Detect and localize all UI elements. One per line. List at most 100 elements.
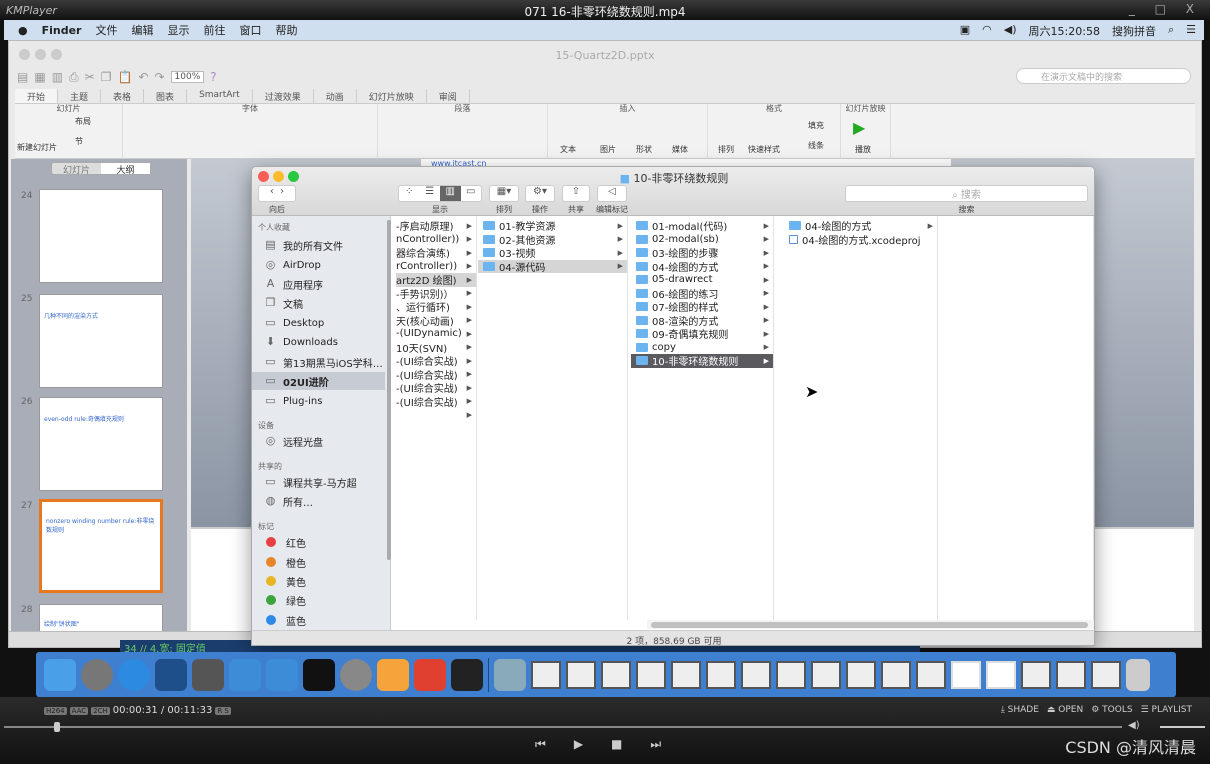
finder-item[interactable]: 04-绘图的方式.xcodeproj [784, 233, 937, 246]
slide-thumbnail[interactable]: even-odd rule:奇偶填充规则 [39, 397, 163, 491]
sketch-dock-icon[interactable] [377, 658, 409, 691]
finder-item[interactable]: nController)) ▶ [396, 233, 476, 247]
finder-item[interactable]: -序启动原理) ▶ [396, 219, 476, 233]
finder-item[interactable]: -(UIDynamic) ▶ [396, 327, 476, 341]
volume-icon[interactable]: ◀) [1004, 23, 1017, 39]
tab-charts[interactable]: 图表 [144, 89, 188, 103]
seek-bar[interactable] [4, 726, 1122, 728]
volume-slider[interactable] [1160, 726, 1205, 728]
xcode-dock-icon[interactable] [229, 658, 261, 691]
tag-red[interactable]: 红色 [252, 533, 385, 551]
previous-button[interactable]: ⏮ [535, 737, 546, 752]
minimized-window[interactable] [986, 660, 1016, 689]
tab-outline[interactable]: 大纲 [101, 163, 150, 176]
seek-handle[interactable] [54, 722, 61, 732]
tab-home[interactable]: 开始 [15, 89, 59, 103]
sidebar-item-desktop[interactable]: ▭ Desktop [252, 314, 385, 332]
finder-item[interactable]: 02-modal(sb) ▶ [631, 233, 773, 247]
tools-button[interactable]: ⚙ TOOLS [1091, 705, 1132, 715]
play-button[interactable]: ▶ [574, 737, 583, 752]
minimized-window[interactable] [951, 660, 981, 689]
menu-finder[interactable]: Finder [42, 24, 82, 37]
terminal-dock-icon[interactable] [303, 658, 335, 691]
minimized-window[interactable] [1091, 660, 1121, 689]
sidebar-item-remote-disc[interactable]: ◎ 远程光盘 [252, 432, 385, 450]
minimized-window[interactable] [811, 660, 841, 689]
finder-item[interactable]: 08-渲染的方式 ▶ [631, 314, 773, 327]
finder-item[interactable]: rController)) ▶ [396, 260, 476, 274]
minimized-window[interactable] [1021, 660, 1051, 689]
minimized-window[interactable] [531, 660, 561, 689]
sidebar-item-downloads[interactable]: ⬇ Downloads [252, 333, 385, 351]
imovie-dock-icon[interactable] [192, 658, 224, 691]
fill-button[interactable]: 填充 [808, 120, 824, 131]
tab-smartart[interactable]: SmartArt [187, 89, 253, 103]
finder-item[interactable]: 10-非零环绕数规则 ▶ [631, 354, 773, 368]
action-button[interactable]: ⚙▾ [525, 185, 555, 202]
slide-thumbnail[interactable]: 绘制"饼状图" [39, 604, 163, 634]
volume-icon[interactable]: ◀) [1128, 720, 1140, 731]
sidebar-scrollbar[interactable] [387, 220, 391, 560]
finder-item[interactable]: -(UI综合实战) ▶ [396, 395, 476, 408]
finder-item[interactable]: 05-drawrect ▶ [631, 273, 773, 287]
undo-icon[interactable]: ↶ [138, 70, 148, 84]
finder-item[interactable]: -(UI综合实战) ▶ [396, 381, 476, 395]
tab-themes[interactable]: 主题 [58, 89, 102, 103]
minimized-window[interactable] [916, 660, 946, 689]
play-icon[interactable]: ▶ [853, 118, 865, 137]
window-controls[interactable]: _ □ X [1129, 2, 1202, 16]
preview-dock-icon[interactable] [494, 658, 526, 691]
finder-item[interactable]: 04-源代码 ▶ [478, 259, 627, 273]
edit-tags-button[interactable]: ◁ [597, 185, 627, 202]
finder-item[interactable]: 10天(SVN) ▶ [396, 341, 476, 354]
finder-item[interactable]: 09-奇偶填充规则 ▶ [631, 327, 773, 341]
line-button[interactable]: 线条 [808, 140, 824, 151]
menu-view[interactable]: 显示 [167, 22, 189, 38]
menu-go[interactable]: 前往 [203, 22, 225, 38]
sidebar-item-all-files[interactable]: ▤ 我的所有文件 [252, 236, 385, 254]
print-icon[interactable]: ⎙ [69, 70, 79, 85]
minimized-window[interactable] [846, 660, 876, 689]
share-button[interactable]: ⇧ [562, 185, 590, 202]
search-input[interactable]: ⌕ 搜索 [845, 185, 1088, 202]
finder-item[interactable]: 器综合演练) ▶ [396, 246, 476, 260]
tab-transitions[interactable]: 过渡效果 [253, 89, 314, 103]
tab-animations[interactable]: 动画 [314, 89, 357, 103]
sidebar-item-course-folder[interactable]: ▭ 第13期黑马iOS学科… [252, 353, 385, 371]
slide-thumbnail[interactable]: 几种不同的渲染方式 [39, 294, 163, 388]
finder-item[interactable]: ▶ [396, 408, 476, 422]
minimized-window[interactable] [566, 660, 596, 689]
shade-button[interactable]: ⤓ SHADE [1001, 705, 1039, 715]
tag-green[interactable]: 绿色 [252, 591, 385, 609]
wifi-icon[interactable]: ◠ [982, 23, 992, 39]
apple-icon[interactable]: ● [18, 24, 28, 37]
ppt-search-input[interactable]: 在演示文稿中的搜索 [1016, 68, 1191, 84]
spotlight-icon[interactable]: ⌕ [1168, 23, 1174, 39]
ime-indicator[interactable]: 搜狗拼音 [1112, 23, 1156, 39]
playlist-button[interactable]: ☰ PLAYLIST [1141, 705, 1192, 715]
finder-item[interactable]: 天(核心动画) ▶ [396, 314, 476, 327]
finder-item[interactable]: 01-教学资源 ▶ [478, 219, 627, 233]
section-button[interactable]: 节 [75, 136, 83, 147]
minimized-window[interactable] [776, 660, 806, 689]
new-slide-button[interactable]: 新建幻灯片 [17, 142, 57, 153]
finder-item[interactable]: 07-绘图的样式 ▶ [631, 300, 773, 314]
menu-window[interactable]: 窗口 [239, 22, 261, 38]
view-switcher[interactable]: ⁘ ☰ ▥ ▭ [398, 185, 482, 202]
stop-button[interactable]: ■ [611, 737, 622, 752]
insert-media-button[interactable]: 媒体 [672, 144, 688, 155]
minimized-window[interactable] [636, 660, 666, 689]
finder-item[interactable]: 03-绘图的步骤 ▶ [631, 246, 773, 260]
open-button[interactable]: ⏏ OPEN [1047, 705, 1083, 715]
finder-item[interactable]: -(UI综合实战) ▶ [396, 354, 476, 368]
zoom-select[interactable]: 100% [170, 71, 205, 83]
system-preferences-dock-icon[interactable] [340, 658, 372, 691]
minimized-window[interactable] [671, 660, 701, 689]
sidebar-item-documents[interactable]: ❐ 文稿 [252, 294, 385, 312]
next-button[interactable]: ⏭ [650, 737, 661, 752]
play-button[interactable]: 播放 [855, 144, 871, 155]
insert-text-button[interactable]: 文本 [560, 144, 576, 155]
new-icon[interactable]: ▤ [17, 70, 28, 84]
tag-blue[interactable]: 蓝色 [252, 611, 385, 629]
layout-button[interactable]: 布局 [75, 116, 91, 127]
